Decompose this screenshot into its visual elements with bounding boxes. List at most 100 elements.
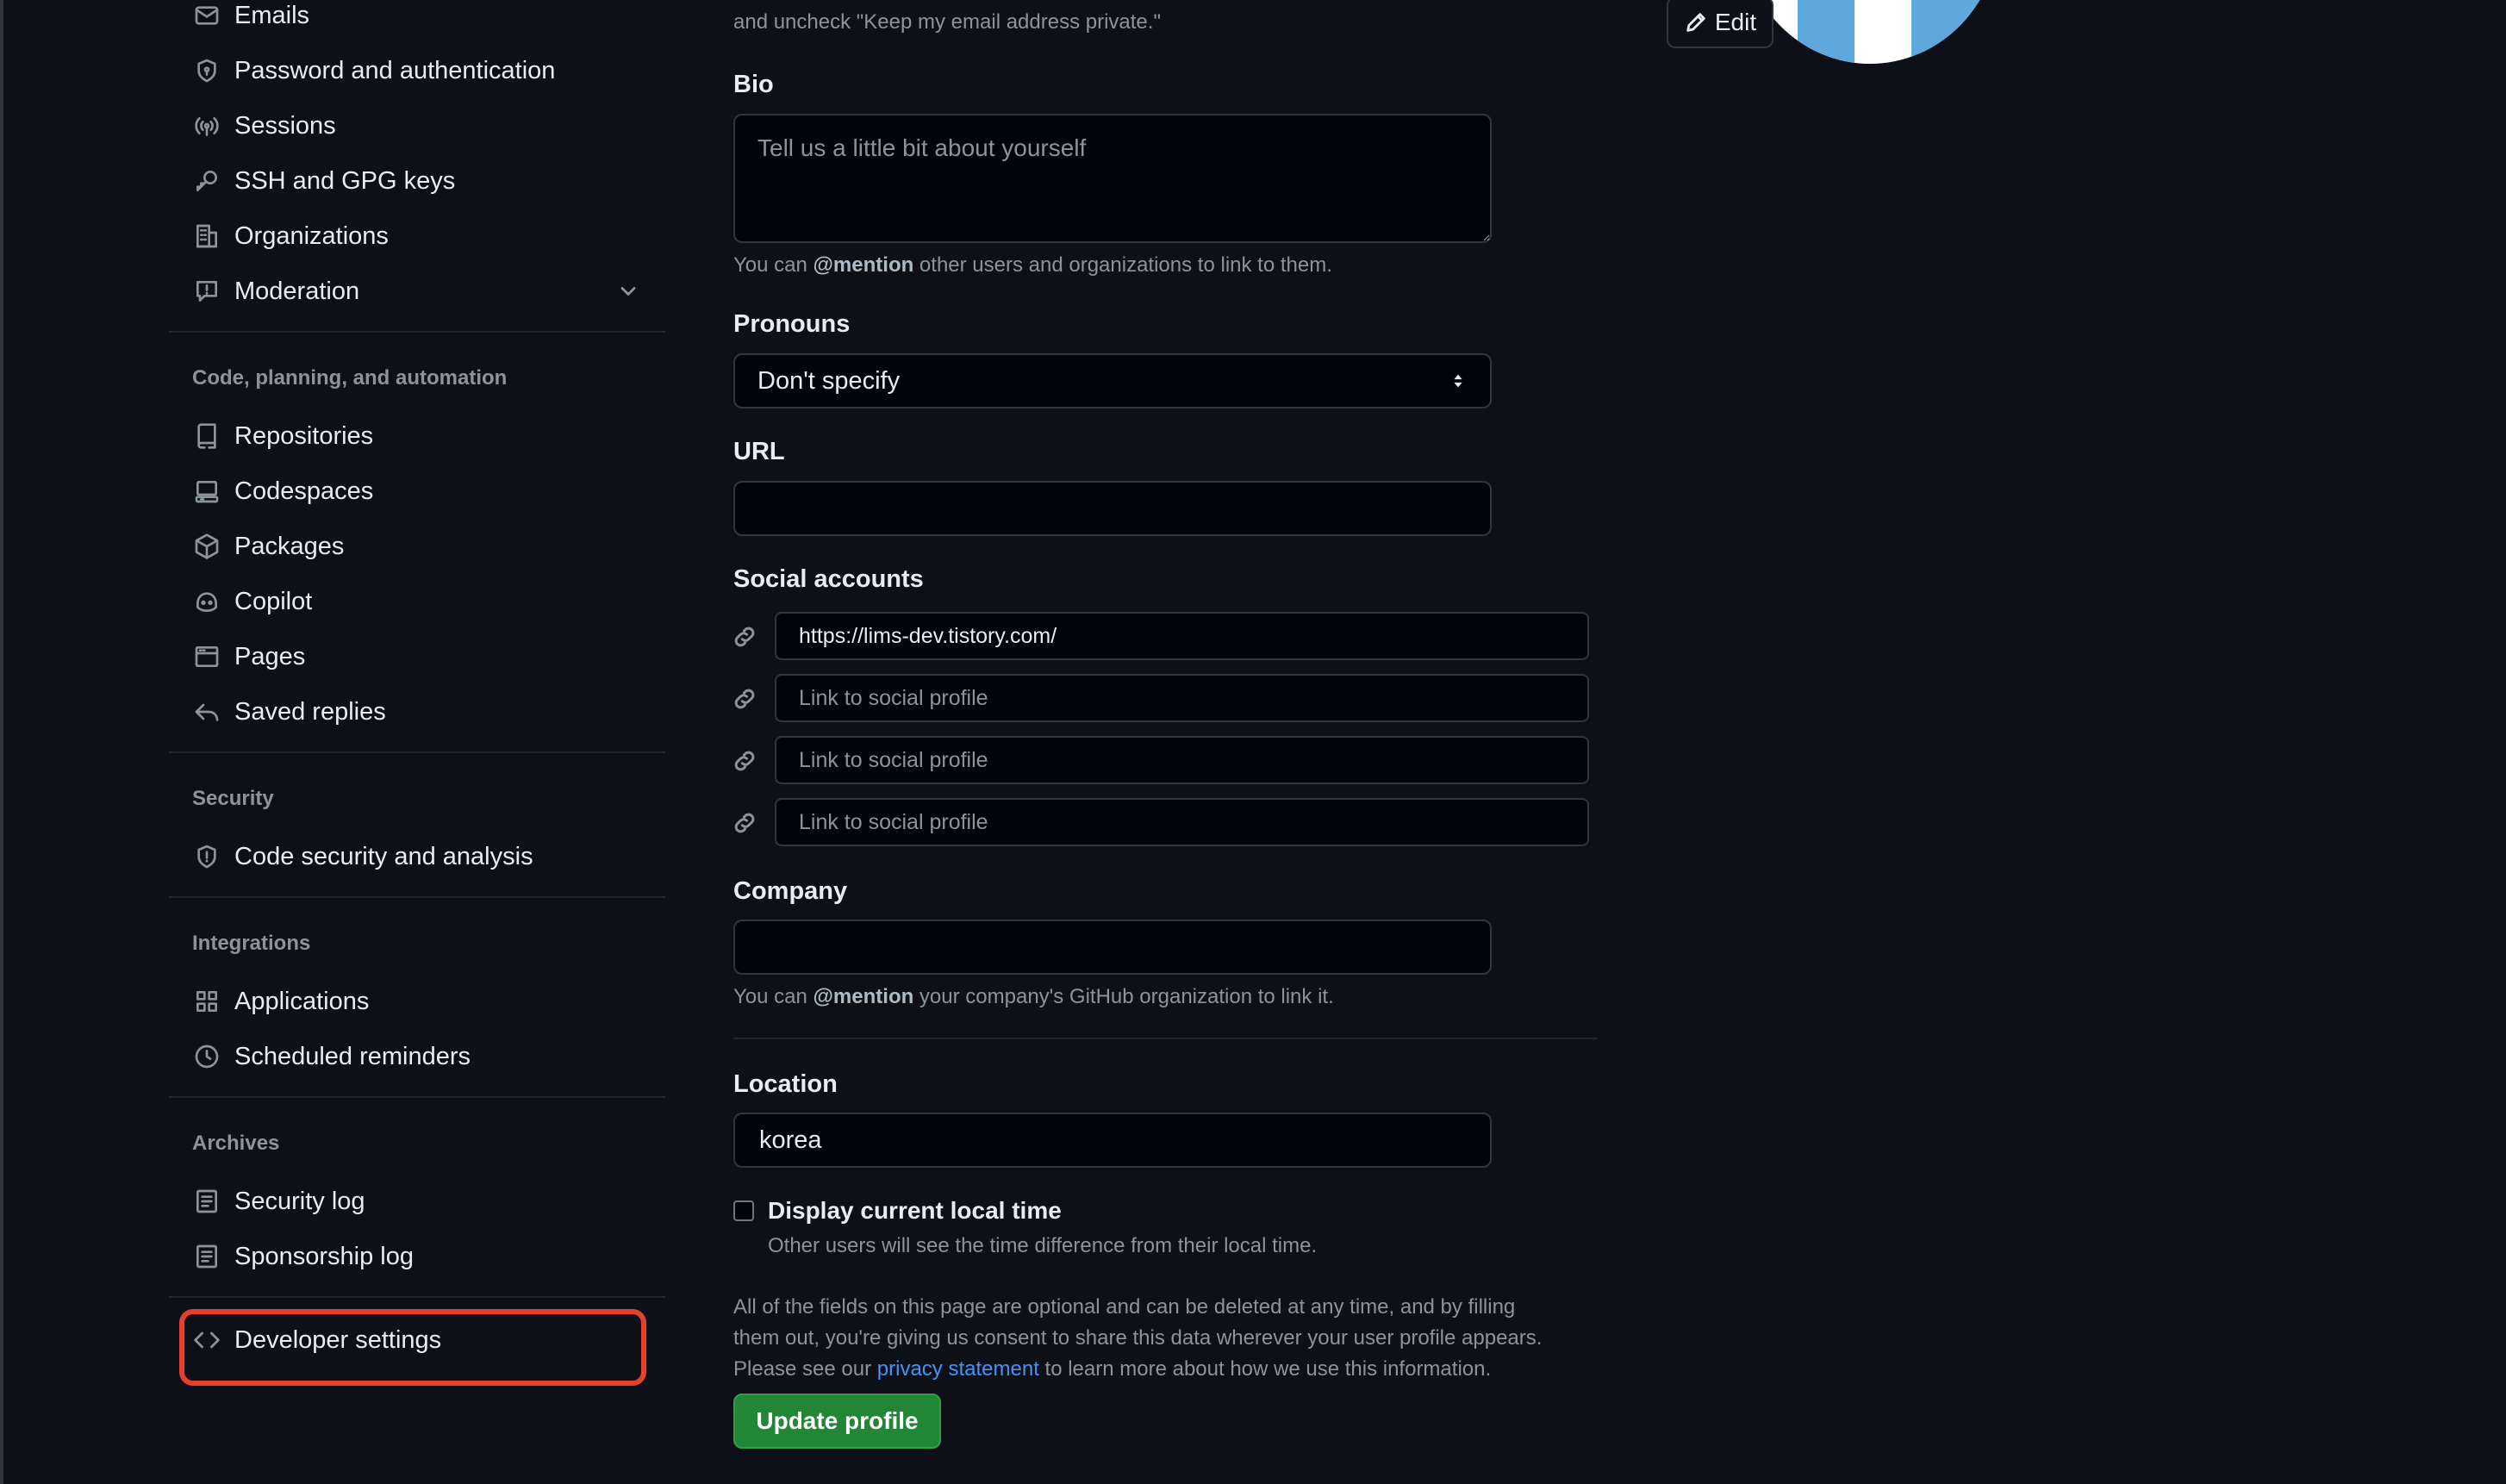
pronouns-selected: Don't specify <box>757 366 901 395</box>
sidebar-item-label: Saved replies <box>234 697 386 726</box>
social-account-row <box>731 798 1589 848</box>
consent-text: All of the fields on this page are optio… <box>733 1292 1542 1385</box>
social-account-row <box>731 612 1589 662</box>
mail-icon <box>191 0 222 31</box>
sidebar-section-heading: Integrations <box>192 932 311 955</box>
url-label: URL <box>733 438 785 465</box>
link-icon <box>731 685 760 714</box>
reply-icon <box>191 696 222 727</box>
report-icon <box>191 276 222 307</box>
location-input[interactable] <box>733 1113 1492 1168</box>
sidebar-item-saved-replies[interactable]: Saved replies <box>191 688 661 736</box>
sidebar-section-heading: Archives <box>192 1132 280 1155</box>
social-accounts-label: Social accounts <box>733 565 924 593</box>
sidebar-item-label: Pages <box>234 642 306 670</box>
sidebar-item-applications[interactable]: Applications <box>191 977 661 1026</box>
sidebar-divider <box>169 1296 665 1298</box>
chevron-down-icon[interactable] <box>616 279 640 310</box>
sidebar-item-codespaces[interactable]: Codespaces <box>191 467 661 515</box>
note-text: You can <box>733 985 814 1008</box>
note-text: to learn more about how we use this info… <box>1038 1357 1492 1381</box>
log-icon <box>191 1186 222 1217</box>
privacy-statement-link[interactable]: privacy statement <box>877 1357 1039 1381</box>
sidebar-item-copilot[interactable]: Copilot <box>191 577 661 626</box>
social-input[interactable] <box>775 736 1589 784</box>
log-icon <box>191 1241 222 1272</box>
sidebar-item-sessions[interactable]: Sessions <box>191 102 661 150</box>
sidebar-section-heading: Code, planning, and automation <box>192 366 508 390</box>
consent-line: them out, you're giving us consent to sh… <box>733 1326 1543 1350</box>
company-input[interactable] <box>733 920 1492 975</box>
local-time-checkbox[interactable] <box>733 1200 754 1221</box>
sidebar-item-label: Codespaces <box>234 477 374 505</box>
sidebar-item-packages[interactable]: Packages <box>191 522 661 571</box>
sidebar-divider <box>169 896 665 898</box>
broadcast-icon <box>191 110 222 141</box>
social-input-1[interactable] <box>797 622 1567 650</box>
link-icon <box>731 623 760 652</box>
sidebar-item-label: Copilot <box>234 587 313 615</box>
sidebar-item-organizations[interactable]: Organizations <box>191 212 661 260</box>
company-input-field[interactable] <box>757 932 1468 963</box>
shield-icon <box>191 841 222 872</box>
avatar[interactable] <box>1741 0 1999 64</box>
sidebar-item-repositories[interactable]: Repositories <box>191 412 661 460</box>
sidebar-item-label: Packages <box>234 532 345 560</box>
clock-icon <box>191 1041 222 1072</box>
social-account-row <box>731 736 1589 786</box>
local-time-note: Other users will see the time difference… <box>768 1234 1318 1257</box>
sidebar-item-scheduled-reminders[interactable]: Scheduled reminders <box>191 1032 661 1081</box>
sidebar-item-ssh-gpg[interactable]: SSH and GPG keys <box>191 157 661 205</box>
company-note: You can @mention your company's GitHub o… <box>733 985 1334 1009</box>
sidebar-item-label: Password and authentication <box>234 56 556 84</box>
sidebar-divider <box>169 1096 665 1098</box>
copilot-icon <box>191 586 222 617</box>
sidebar-item-pages[interactable]: Pages <box>191 633 661 681</box>
social-input-3[interactable] <box>797 746 1567 774</box>
key-icon <box>191 165 222 196</box>
repo-icon <box>191 421 222 452</box>
social-input-2[interactable] <box>797 684 1567 712</box>
sidebar-item-label: Sessions <box>234 111 336 140</box>
location-input-field[interactable] <box>757 1125 1468 1156</box>
social-input[interactable] <box>775 798 1589 846</box>
social-account-row <box>731 674 1589 724</box>
sidebar-item-label: Moderation <box>234 277 360 305</box>
sidebar-divider <box>169 751 665 753</box>
link-icon <box>731 809 760 839</box>
pronouns-label: Pronouns <box>733 310 851 338</box>
pencil-icon <box>1686 13 1705 32</box>
sidebar-divider <box>169 331 665 333</box>
avatar-tile <box>1798 0 1855 64</box>
social-input[interactable] <box>775 674 1589 722</box>
location-label: Location <box>733 1070 838 1098</box>
sidebar-item-label: Repositories <box>234 421 374 450</box>
bio-textarea[interactable] <box>733 114 1492 243</box>
sidebar-item-moderation[interactable]: Moderation <box>191 267 661 315</box>
sidebar-item-label: Security log <box>234 1187 365 1215</box>
social-input-4[interactable] <box>797 808 1567 836</box>
sidebar-item-security-log[interactable]: Security log <box>191 1177 661 1225</box>
url-input[interactable] <box>733 481 1492 536</box>
pronouns-select[interactable]: Don't specify <box>733 353 1492 408</box>
note-text: other users and organizations to link to… <box>913 253 1332 277</box>
sidebar-item-code-security[interactable]: Code security and analysis <box>191 832 661 881</box>
sidebar-item-label: Scheduled reminders <box>234 1042 471 1070</box>
edit-label: Edit <box>1714 9 1757 35</box>
avatar-edit-button[interactable]: Edit <box>1667 0 1774 48</box>
local-time-label[interactable]: Display current local time <box>768 1197 1062 1225</box>
sidebar-item-emails[interactable]: Emails <box>191 0 661 40</box>
highlight-annotation <box>179 1309 646 1386</box>
bio-label: Bio <box>733 71 774 98</box>
mention-text: @mention <box>813 985 914 1008</box>
avatar-tile <box>1911 0 1999 64</box>
update-profile-button[interactable]: Update profile <box>733 1394 941 1449</box>
url-input-field[interactable] <box>757 493 1468 524</box>
sidebar-item-password[interactable]: Password and authentication <box>191 47 661 95</box>
sidebar-item-label: Emails <box>234 1 310 29</box>
apps-icon <box>191 986 222 1017</box>
sidebar-item-sponsorship-log[interactable]: Sponsorship log <box>191 1232 661 1281</box>
package-icon <box>191 531 222 562</box>
social-input[interactable] <box>775 612 1589 660</box>
company-label: Company <box>733 877 848 905</box>
